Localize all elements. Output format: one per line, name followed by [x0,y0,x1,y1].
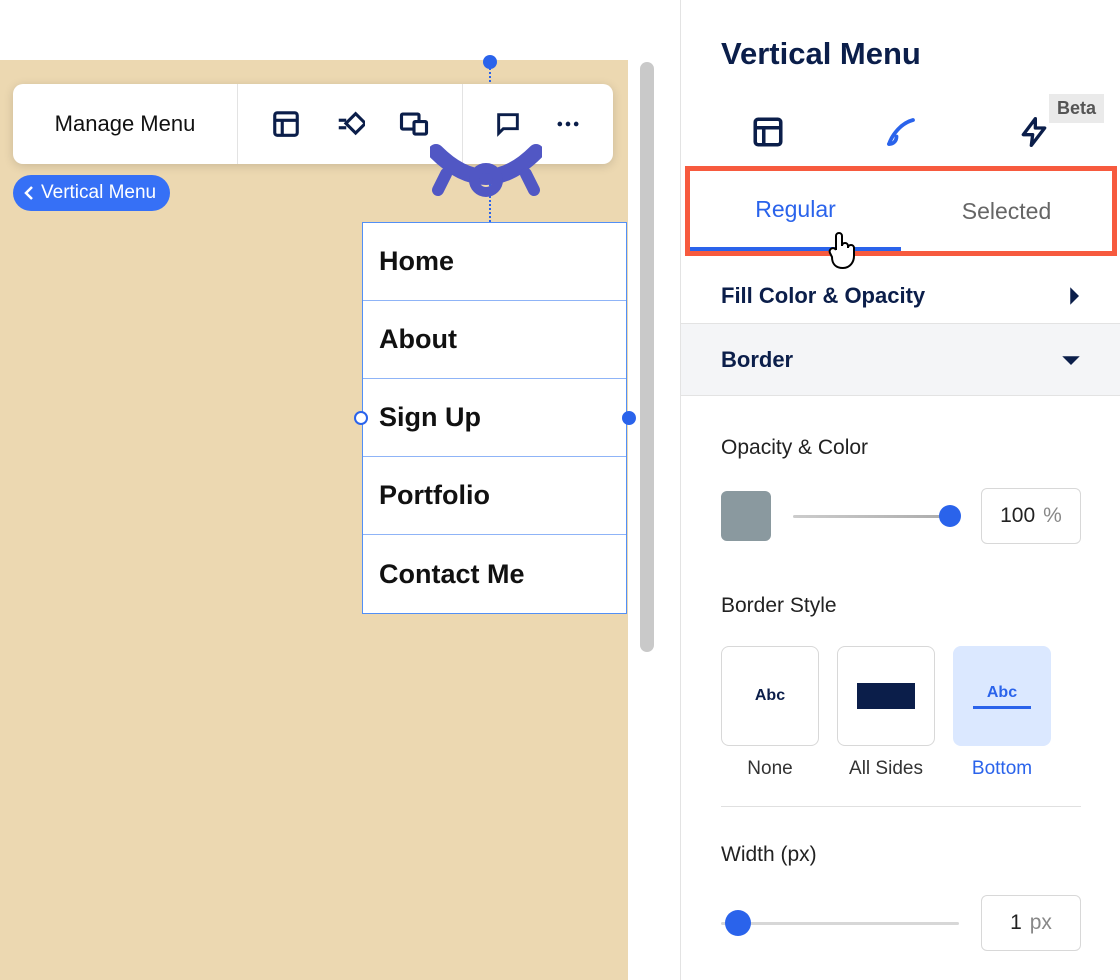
border-style-none-label: None [721,758,819,780]
opacity-value: 100 [1000,504,1035,528]
menu-item-home[interactable]: Home [363,223,626,301]
logo-decoration [430,134,542,222]
manage-menu-button[interactable]: Manage Menu [13,84,238,164]
border-style-all-label: All Sides [837,758,935,780]
panel-title: Vertical Menu [681,0,1120,72]
responsive-icon[interactable] [398,108,430,140]
menu-item-portfolio[interactable]: Portfolio [363,457,626,535]
tab-selected[interactable]: Selected [901,171,1112,251]
divider [721,806,1081,807]
chevron-right-icon [1067,286,1081,306]
opacity-slider-thumb[interactable] [939,505,961,527]
border-style-none[interactable]: Abc [721,646,819,746]
width-slider[interactable] [721,922,959,925]
opacity-label: Opacity & Color [721,436,1081,460]
menu-item-about[interactable]: About [363,301,626,379]
opacity-unit: % [1043,504,1062,528]
width-value: 1 [1010,911,1022,935]
vertical-menu-component[interactable]: Home About Sign Up Portfolio Contact Me [362,222,627,614]
resize-handle-right[interactable] [622,411,636,425]
tab-regular[interactable]: Regular [690,171,901,251]
animation-icon[interactable] [334,108,366,140]
cursor-pointer-icon [826,230,860,270]
state-tabs-highlight: Regular Selected [685,166,1117,256]
section-border-toggle[interactable]: Border [681,324,1120,396]
more-icon[interactable] [552,108,584,140]
breadcrumb[interactable]: Vertical Menu [13,175,170,211]
width-value-input[interactable]: 1 px [981,895,1081,951]
beta-badge: Beta [1049,94,1104,123]
menu-item-contact[interactable]: Contact Me [363,535,626,613]
section-border-label: Border [721,347,793,373]
border-style-all-sides[interactable] [837,646,935,746]
tab-design-icon[interactable] [882,113,920,151]
inspector-panel: Vertical Menu Beta Regular Selected Fill… [680,0,1120,980]
opacity-slider[interactable] [793,515,959,518]
width-unit: px [1030,911,1052,935]
border-style-bottom[interactable]: Abc [953,646,1051,746]
tab-layout-icon[interactable] [749,113,787,151]
border-style-bottom-sample: Abc [973,684,1031,709]
menu-item-signup[interactable]: Sign Up [363,379,626,457]
layout-icon[interactable] [270,108,302,140]
width-label: Width (px) [721,843,1081,867]
chevron-down-icon [1061,353,1081,367]
section-fill-toggle[interactable]: Fill Color & Opacity [681,268,1120,324]
width-slider-thumb[interactable] [725,910,751,936]
opacity-value-input[interactable]: 100 % [981,488,1081,544]
border-color-swatch[interactable] [721,491,771,541]
breadcrumb-label: Vertical Menu [41,182,156,204]
border-style-label: Border Style [721,594,1081,618]
border-style-bottom-label: Bottom [953,758,1051,780]
section-fill-label: Fill Color & Opacity [721,283,925,309]
drag-handle-top[interactable] [483,55,497,69]
resize-handle-left[interactable] [354,411,368,425]
tab-interactions-icon[interactable] [1015,113,1053,151]
scrollbar[interactable] [640,62,654,652]
